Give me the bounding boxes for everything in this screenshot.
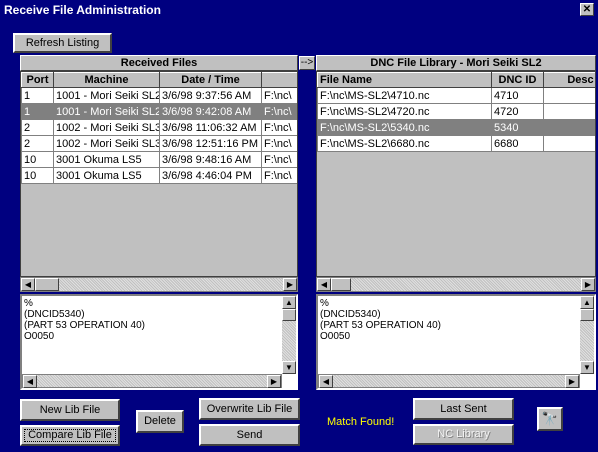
window-title: Receive File Administration bbox=[4, 3, 161, 17]
compare-lib-file-button[interactable]: Compare Lib File bbox=[20, 425, 120, 446]
cell-port: 10 bbox=[21, 167, 54, 184]
cell-path: F:\nc\ bbox=[261, 119, 297, 136]
library-preview-horizontal-scrollbar[interactable]: ◀ ▶ bbox=[318, 374, 580, 388]
table-row[interactable]: 10 3001 Okuma LS5 3/6/98 4:46:04 PM F:\n… bbox=[21, 167, 297, 184]
cell-port: 10 bbox=[21, 151, 54, 168]
received-files-table: Port Machine Date / Time 1 1001 - Mori S… bbox=[21, 72, 297, 184]
cell-file-name: F:\nc\MS-SL2\4710.nc bbox=[317, 87, 492, 104]
cell-machine: 3001 Okuma LS5 bbox=[53, 151, 160, 168]
cell-file-name: F:\nc\MS-SL2\6680.nc bbox=[317, 135, 492, 152]
cell-description bbox=[543, 103, 595, 120]
scroll-right-arrow-icon[interactable]: ▶ bbox=[565, 375, 579, 388]
cell-machine: 1001 - Mori Seiki SL2 bbox=[53, 87, 160, 104]
cell-port: 2 bbox=[21, 135, 54, 152]
refresh-listing-button[interactable]: Refresh Listing bbox=[13, 33, 112, 53]
received-horizontal-scrollbar[interactable]: ◀ ▶ bbox=[20, 277, 298, 292]
new-lib-file-button[interactable]: New Lib File bbox=[20, 399, 120, 421]
cell-path: F:\nc\ bbox=[261, 135, 297, 152]
cell-date-time: 3/6/98 12:51:16 PM bbox=[159, 135, 262, 152]
scroll-left-arrow-icon[interactable]: ◀ bbox=[317, 278, 331, 291]
table-row-selected[interactable]: 1 1001 - Mori Seiki SL2 3/6/98 9:42:08 A… bbox=[21, 103, 297, 120]
dnc-library-grid: File Name DNC ID Desc F:\nc\MS-SL2\4710.… bbox=[316, 71, 596, 277]
scroll-right-arrow-icon[interactable]: ▶ bbox=[581, 278, 595, 291]
cell-date-time: 3/6/98 9:48:16 AM bbox=[159, 151, 262, 168]
column-header-dnc-id[interactable]: DNC ID bbox=[491, 72, 544, 88]
cell-port: 2 bbox=[21, 119, 54, 136]
received-files-header: Received Files bbox=[20, 55, 298, 71]
received-files-grid: Port Machine Date / Time 1 1001 - Mori S… bbox=[20, 71, 298, 277]
scroll-thumb[interactable] bbox=[35, 278, 59, 291]
send-button[interactable]: Send bbox=[199, 424, 300, 446]
column-header-path[interactable] bbox=[261, 72, 297, 88]
cell-date-time: 3/6/98 11:06:32 AM bbox=[159, 119, 262, 136]
match-status-text: Match Found! bbox=[327, 416, 395, 428]
cell-date-time: 3/6/98 9:42:08 AM bbox=[159, 103, 262, 120]
dnc-library-table: File Name DNC ID Desc F:\nc\MS-SL2\4710.… bbox=[317, 72, 595, 152]
cell-description bbox=[543, 119, 595, 136]
cell-dnc-id: 4720 bbox=[491, 103, 544, 120]
cell-description bbox=[543, 87, 595, 104]
scroll-left-arrow-icon[interactable]: ◀ bbox=[319, 375, 333, 388]
column-header-date-time[interactable]: Date / Time bbox=[159, 72, 262, 88]
binoculars-icon: 🔭 bbox=[541, 411, 559, 426]
cell-port: 1 bbox=[21, 87, 54, 104]
transfer-arrow-icon: --> bbox=[299, 56, 315, 70]
cell-dnc-id: 5340 bbox=[491, 119, 544, 136]
scroll-right-arrow-icon[interactable]: ▶ bbox=[267, 375, 281, 388]
cell-machine: 3001 Okuma LS5 bbox=[53, 167, 160, 184]
cell-path: F:\nc\ bbox=[261, 103, 297, 120]
scroll-thumb[interactable] bbox=[282, 309, 296, 321]
scroll-up-arrow-icon[interactable]: ▲ bbox=[580, 296, 594, 309]
received-preview-vertical-scrollbar[interactable]: ▲ ▼ bbox=[282, 296, 296, 374]
table-row[interactable]: F:\nc\MS-SL2\4720.nc 4720 bbox=[317, 103, 595, 120]
cell-machine: 1002 - Mori Seiki SL3 bbox=[53, 135, 160, 152]
last-sent-button[interactable]: Last Sent bbox=[413, 398, 514, 420]
scroll-down-arrow-icon[interactable]: ▼ bbox=[580, 361, 594, 374]
cell-path: F:\nc\ bbox=[261, 151, 297, 168]
library-header-row: File Name DNC ID Desc bbox=[317, 72, 595, 88]
table-row-selected[interactable]: F:\nc\MS-SL2\5340.nc 5340 bbox=[317, 119, 595, 136]
scroll-thumb[interactable] bbox=[331, 278, 351, 291]
cell-machine: 1001 - Mori Seiki SL2 bbox=[53, 103, 160, 120]
cell-file-name: F:\nc\MS-SL2\4720.nc bbox=[317, 103, 492, 120]
scroll-left-arrow-icon[interactable]: ◀ bbox=[21, 278, 35, 291]
library-horizontal-scrollbar[interactable]: ◀ ▶ bbox=[316, 277, 596, 292]
received-preview-horizontal-scrollbar[interactable]: ◀ ▶ bbox=[22, 374, 282, 388]
cell-path: F:\nc\ bbox=[261, 167, 297, 184]
table-row[interactable]: 2 1002 - Mori Seiki SL3 3/6/98 11:06:32 … bbox=[21, 119, 297, 136]
library-preview-vertical-scrollbar[interactable]: ▲ ▼ bbox=[580, 296, 594, 374]
scroll-right-arrow-icon[interactable]: ▶ bbox=[283, 278, 297, 291]
find-button[interactable]: 🔭 bbox=[537, 407, 563, 431]
column-header-file-name[interactable]: File Name bbox=[317, 72, 492, 88]
title-bar: Receive File Administration bbox=[0, 0, 598, 20]
column-header-description[interactable]: Desc bbox=[543, 72, 595, 88]
table-row[interactable]: 2 1002 - Mori Seiki SL3 3/6/98 12:51:16 … bbox=[21, 135, 297, 152]
overwrite-lib-file-button[interactable]: Overwrite Lib File bbox=[199, 398, 300, 420]
column-header-machine[interactable]: Machine bbox=[53, 72, 160, 88]
cell-description bbox=[543, 135, 595, 152]
cell-path: F:\nc\ bbox=[261, 87, 297, 104]
scroll-thumb[interactable] bbox=[580, 309, 594, 321]
scroll-down-arrow-icon[interactable]: ▼ bbox=[282, 361, 296, 374]
received-header-row: Port Machine Date / Time bbox=[21, 72, 297, 88]
column-header-port[interactable]: Port bbox=[21, 72, 54, 88]
scroll-up-arrow-icon[interactable]: ▲ bbox=[282, 296, 296, 309]
cell-dnc-id: 4710 bbox=[491, 87, 544, 104]
cell-date-time: 3/6/98 4:46:04 PM bbox=[159, 167, 262, 184]
nc-library-button[interactable]: NC Library bbox=[413, 424, 514, 445]
dnc-library-header: DNC File Library - Mori Seiki SL2 bbox=[316, 55, 596, 71]
scroll-left-arrow-icon[interactable]: ◀ bbox=[23, 375, 37, 388]
cell-dnc-id: 6680 bbox=[491, 135, 544, 152]
delete-button[interactable]: Delete bbox=[136, 410, 184, 433]
close-button[interactable]: ✕ bbox=[580, 3, 594, 16]
cell-machine: 1002 - Mori Seiki SL3 bbox=[53, 119, 160, 136]
table-row[interactable]: F:\nc\MS-SL2\6680.nc 6680 bbox=[317, 135, 595, 152]
table-row[interactable]: 10 3001 Okuma LS5 3/6/98 9:48:16 AM F:\n… bbox=[21, 151, 297, 168]
cell-date-time: 3/6/98 9:37:56 AM bbox=[159, 87, 262, 104]
cell-port: 1 bbox=[21, 103, 54, 120]
table-row[interactable]: F:\nc\MS-SL2\4710.nc 4710 bbox=[317, 87, 595, 104]
table-row[interactable]: 1 1001 - Mori Seiki SL2 3/6/98 9:37:56 A… bbox=[21, 87, 297, 104]
cell-file-name: F:\nc\MS-SL2\5340.nc bbox=[317, 119, 492, 136]
